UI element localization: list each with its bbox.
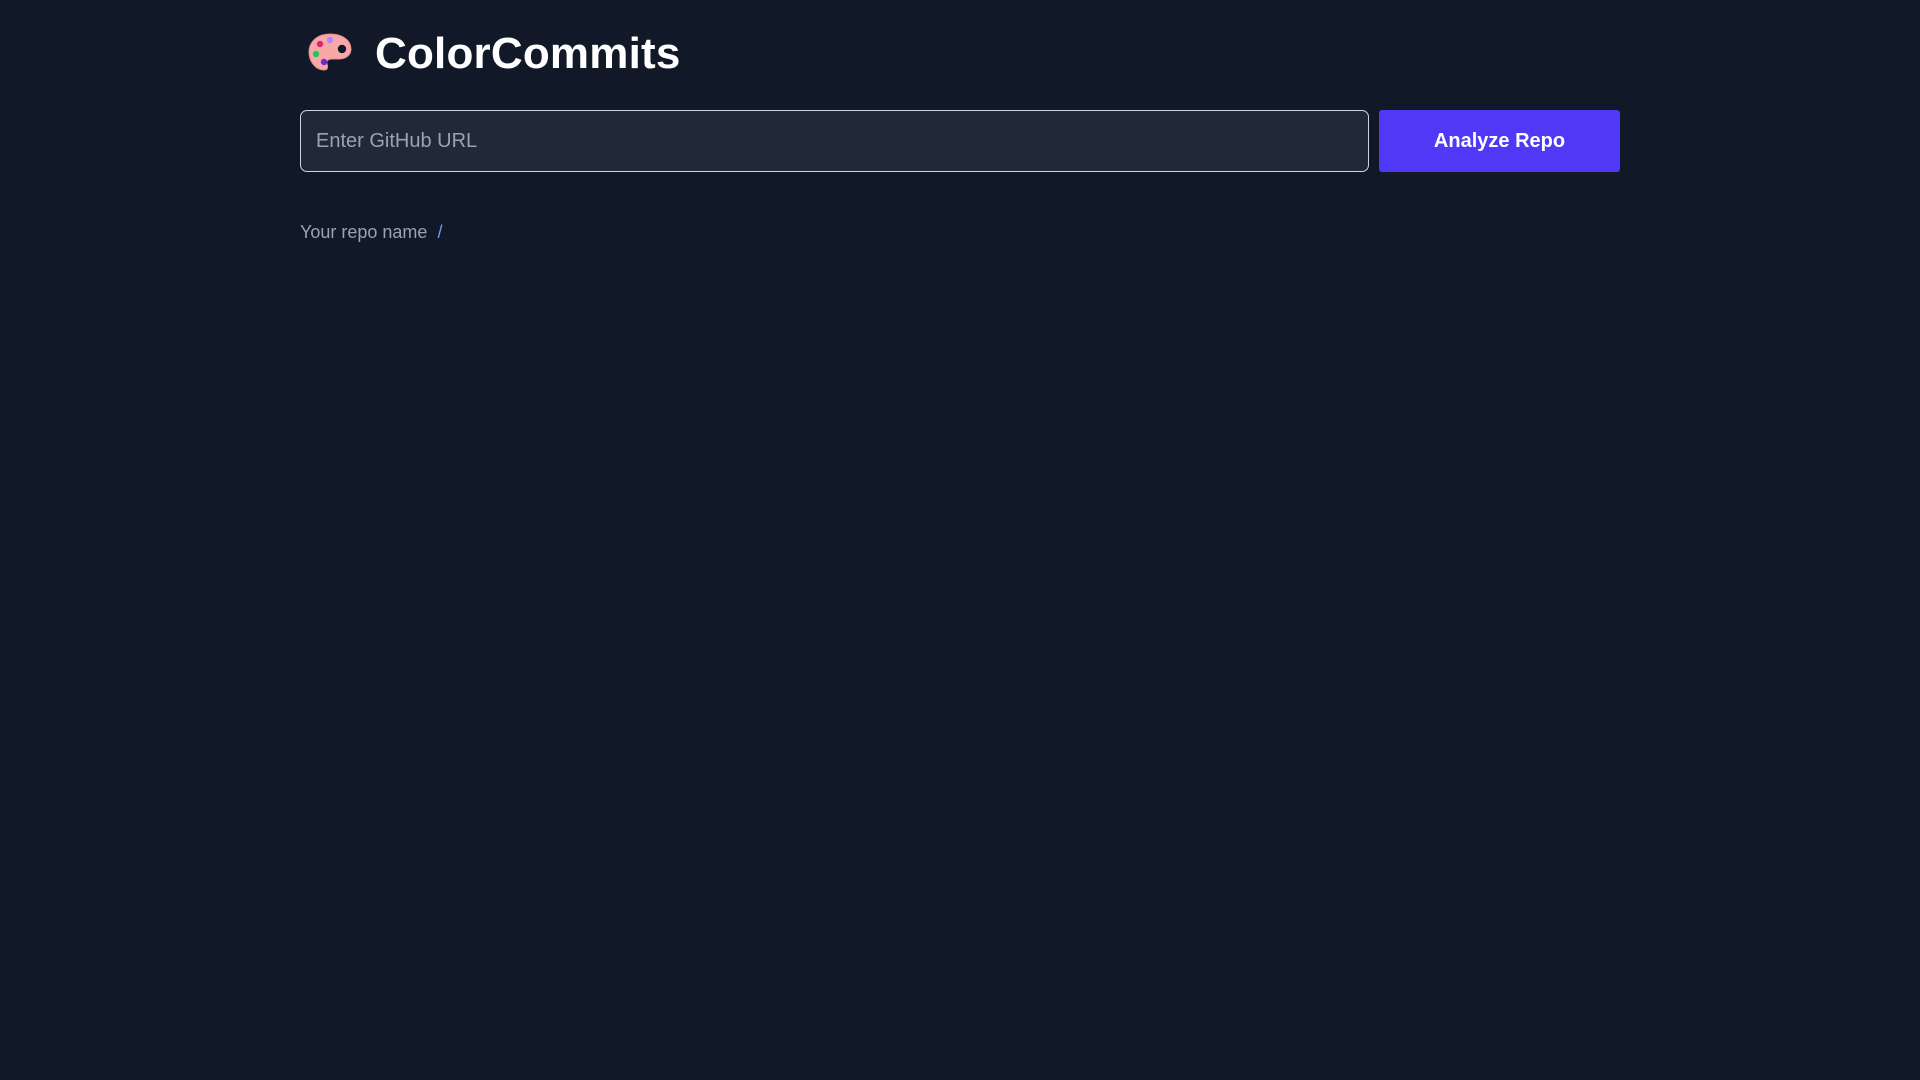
breadcrumb-separator: / (437, 222, 443, 242)
analyze-repo-button[interactable]: Analyze Repo (1379, 110, 1620, 172)
app-title: ColorCommits (375, 29, 681, 78)
palette-icon (305, 29, 355, 79)
github-url-input[interactable] (300, 110, 1369, 172)
repo-name-label: Your repo name (300, 222, 428, 242)
app-header: ColorCommits (300, 0, 1620, 108)
breadcrumb: Your repo name / (300, 222, 1620, 243)
main-container: ColorCommits Analyze Repo Your repo name… (300, 0, 1620, 243)
search-row: Analyze Repo (300, 110, 1620, 172)
